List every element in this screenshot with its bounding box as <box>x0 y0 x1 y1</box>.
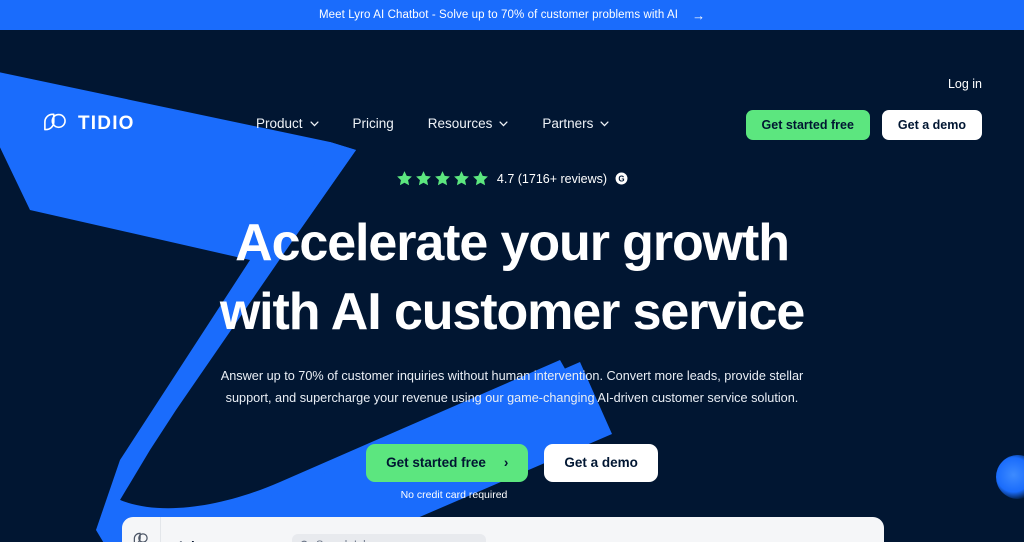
rating-text: 4.7 (1716+ reviews) <box>496 171 608 186</box>
star-rating <box>396 170 489 187</box>
hero-get-demo-button[interactable]: Get a demo <box>544 443 658 482</box>
hero-subheading: Answer up to 70% of customer inquiries w… <box>220 369 804 406</box>
headline-line-1: Accelerate your growth <box>235 214 790 272</box>
announcement-text: Meet Lyro AI Chatbot - Solve up to 70% o… <box>318 9 679 21</box>
nav-links: Product Pricing Resources Partners <box>256 116 609 131</box>
rating-block: 4.7 (1716+ reviews) G <box>0 170 1024 187</box>
chevron-down-icon <box>499 120 508 127</box>
star-icon <box>397 171 412 186</box>
nav-item-pricing[interactable]: Pricing <box>353 116 394 131</box>
google-badge-icon: G <box>615 172 628 185</box>
headline-line-2: with AI customer service <box>219 282 805 341</box>
announcement-banner[interactable]: Meet Lyro AI Chatbot - Solve up to 70% o… <box>0 0 1024 30</box>
star-icon <box>473 171 488 186</box>
chevron-right-icon: › <box>503 455 509 471</box>
nav-get-started-button[interactable]: Get started free <box>745 110 870 140</box>
search-placeholder: Search Inbox <box>316 539 381 542</box>
hero-section: 4.7 (1716+ reviews) G Accelerate your gr… <box>0 126 1024 501</box>
nav-item-resources[interactable]: Resources <box>428 116 509 131</box>
no-credit-card-note: No credit card required <box>400 488 508 501</box>
hero-get-started-label: Get started free <box>386 455 486 471</box>
hero-cta-row: Get started free › Get a demo <box>0 443 1024 482</box>
star-icon <box>435 171 450 186</box>
star-icon <box>416 171 431 186</box>
app-sidebar-rail <box>122 517 161 542</box>
chat-rail-icon[interactable] <box>132 531 149 542</box>
page-title: Accelerate your growth with AI customer … <box>0 209 1024 346</box>
chevron-down-icon <box>309 120 319 127</box>
svg-text:G: G <box>618 174 624 183</box>
logo[interactable]: TIDIO <box>42 110 135 137</box>
nav-item-label: Pricing <box>352 116 394 131</box>
arrow-right-icon: → <box>692 7 706 23</box>
app-preview-card: Inbox Search Inbox <box>122 517 884 542</box>
tidio-logo-icon <box>44 113 66 131</box>
main-navigation: TIDIO Product Pricing Resources Partners… <box>0 30 1024 140</box>
nav-item-label: Resources <box>427 116 493 131</box>
chevron-down-icon <box>600 120 609 127</box>
nav-buttons: Get started free Get a demo <box>745 110 982 140</box>
nav-get-demo-button[interactable]: Get a demo <box>881 110 982 140</box>
hero-get-started-button[interactable]: Get started free › <box>366 443 529 482</box>
nav-item-label: Product <box>256 116 303 131</box>
logo-text: TIDIO <box>78 112 135 134</box>
star-icon <box>454 171 469 186</box>
nav-item-label: Partners <box>542 116 594 131</box>
search-input[interactable]: Search Inbox <box>292 534 486 542</box>
landing-page: Meet Lyro AI Chatbot - Solve up to 70% o… <box>0 0 1024 542</box>
login-link[interactable]: Log in <box>948 77 982 91</box>
nav-item-product[interactable]: Product <box>256 116 319 131</box>
nav-item-partners[interactable]: Partners <box>542 116 609 131</box>
